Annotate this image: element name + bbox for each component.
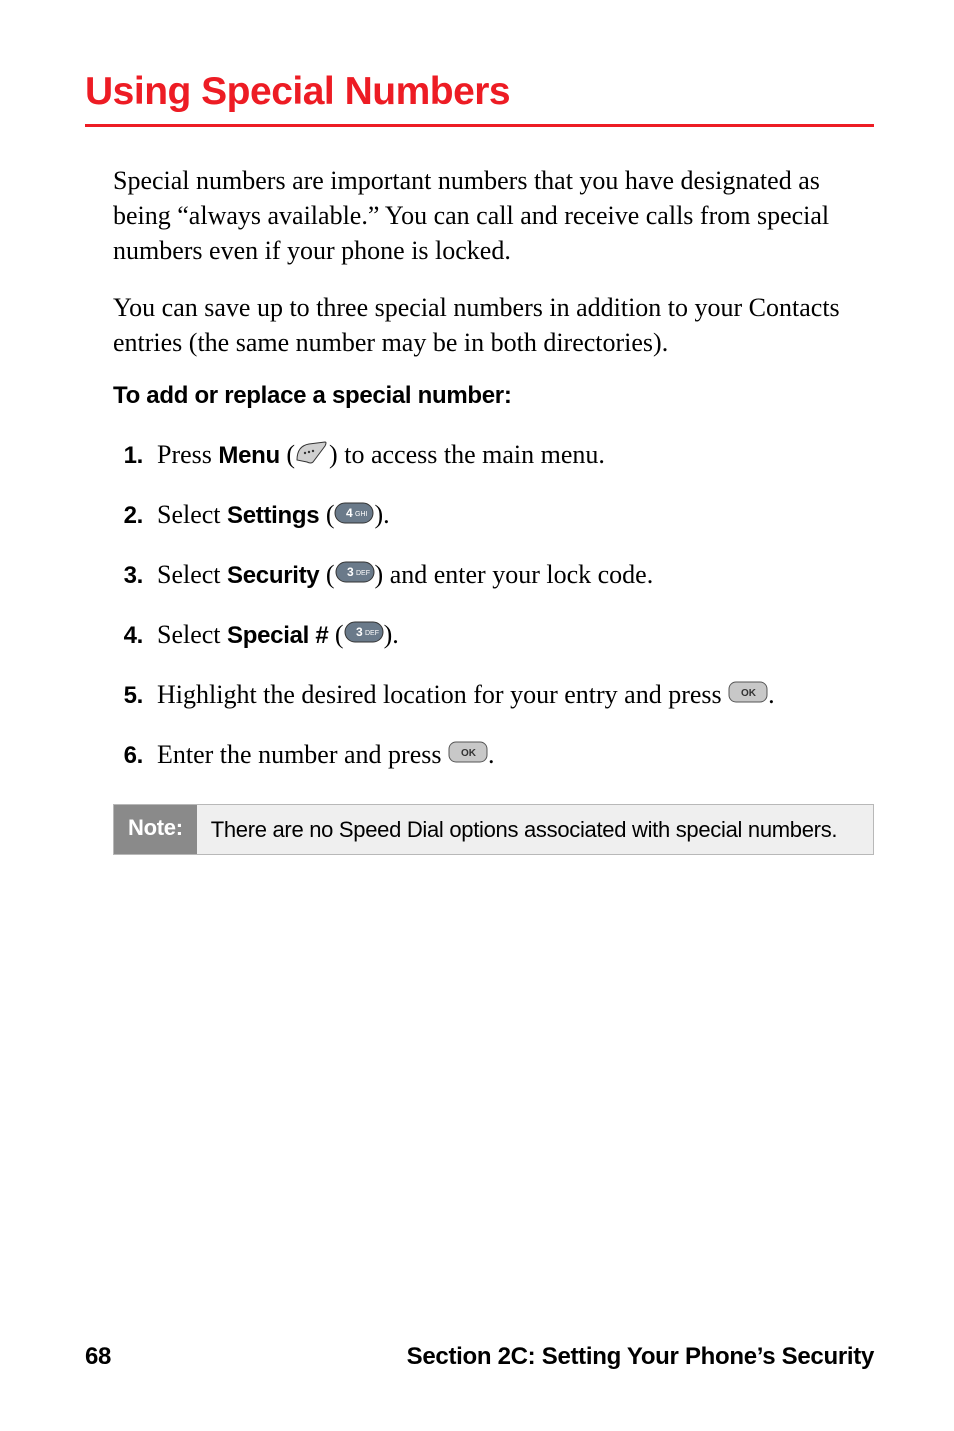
step-text: Select — [157, 560, 227, 589]
step-number: 4. — [113, 619, 157, 654]
intro-paragraph-1: Special numbers are important numbers th… — [113, 163, 874, 268]
ok-key-icon: OK — [728, 676, 768, 714]
step-4: 4. Select Special # (3DEF). — [113, 616, 874, 656]
svg-text:OK: OK — [461, 748, 477, 759]
step-body: Select Security (3DEF) and enter your lo… — [157, 556, 874, 596]
step-1: 1. Press Menu () to access the main menu… — [113, 436, 874, 476]
key-3-icon: 3DEF — [344, 616, 384, 654]
step-text-post: . — [383, 500, 390, 529]
step-text-post: and enter your lock code. — [383, 560, 653, 589]
svg-text:4: 4 — [346, 506, 353, 520]
step-text-post: . — [768, 680, 775, 709]
step-bold: Security — [227, 562, 319, 589]
step-body: Enter the number and press OK. — [157, 736, 874, 776]
section-title: Section 2C: Setting Your Phone’s Securit… — [407, 1343, 874, 1371]
step-number: 3. — [113, 559, 157, 594]
heading-section: Using Special Numbers — [85, 70, 874, 127]
key-4-icon: 4GHI — [334, 497, 374, 535]
step-text-post: to access the main menu. — [338, 440, 605, 469]
step-bold: Settings — [227, 502, 319, 529]
step-text-post: . — [488, 740, 495, 769]
step-number: 1. — [113, 439, 157, 474]
menu-key-icon — [295, 437, 329, 475]
procedure-heading: To add or replace a special number: — [113, 382, 874, 410]
step-6: 6. Enter the number and press OK. — [113, 736, 874, 776]
step-text: Enter the number and press — [157, 740, 448, 769]
step-3: 3. Select Security (3DEF) and enter your… — [113, 556, 874, 596]
step-text-post: . — [392, 620, 399, 649]
note-box: Note: There are no Speed Dial options as… — [113, 804, 874, 856]
intro-paragraph-2: You can save up to three special numbers… — [113, 290, 874, 360]
step-text: Select — [157, 500, 227, 529]
note-text: There are no Speed Dial options associat… — [197, 805, 852, 855]
svg-text:GHI: GHI — [355, 511, 368, 518]
step-text: Select — [157, 620, 227, 649]
step-2: 2. Select Settings (4GHI). — [113, 496, 874, 536]
note-label: Note: — [114, 805, 197, 855]
page-number: 68 — [85, 1343, 111, 1371]
content: Special numbers are important numbers th… — [85, 163, 874, 855]
step-number: 5. — [113, 679, 157, 714]
svg-text:3: 3 — [347, 565, 354, 579]
key-3-icon: 3DEF — [335, 556, 375, 594]
step-body: Select Settings (4GHI). — [157, 496, 874, 536]
step-body: Select Special # (3DEF). — [157, 616, 874, 656]
page-footer: 68 Section 2C: Setting Your Phone’s Secu… — [85, 1343, 874, 1371]
step-body: Press Menu () to access the main menu. — [157, 436, 874, 476]
steps-list: 1. Press Menu () to access the main menu… — [113, 436, 874, 775]
step-bold: Menu — [218, 442, 279, 469]
svg-text:DEF: DEF — [356, 570, 370, 577]
svg-text:DEF: DEF — [365, 630, 379, 637]
heading-rule — [85, 124, 874, 127]
svg-text:3: 3 — [356, 625, 363, 639]
step-bold: Special # — [227, 622, 328, 649]
step-text: Press — [157, 440, 218, 469]
step-text: Highlight the desired location for your … — [157, 680, 728, 709]
svg-text:OK: OK — [741, 688, 757, 699]
step-number: 6. — [113, 739, 157, 774]
step-number: 2. — [113, 499, 157, 534]
step-5: 5. Highlight the desired location for yo… — [113, 676, 874, 716]
step-body: Highlight the desired location for your … — [157, 676, 874, 716]
page-title: Using Special Numbers — [85, 70, 874, 124]
ok-key-icon: OK — [448, 736, 488, 774]
